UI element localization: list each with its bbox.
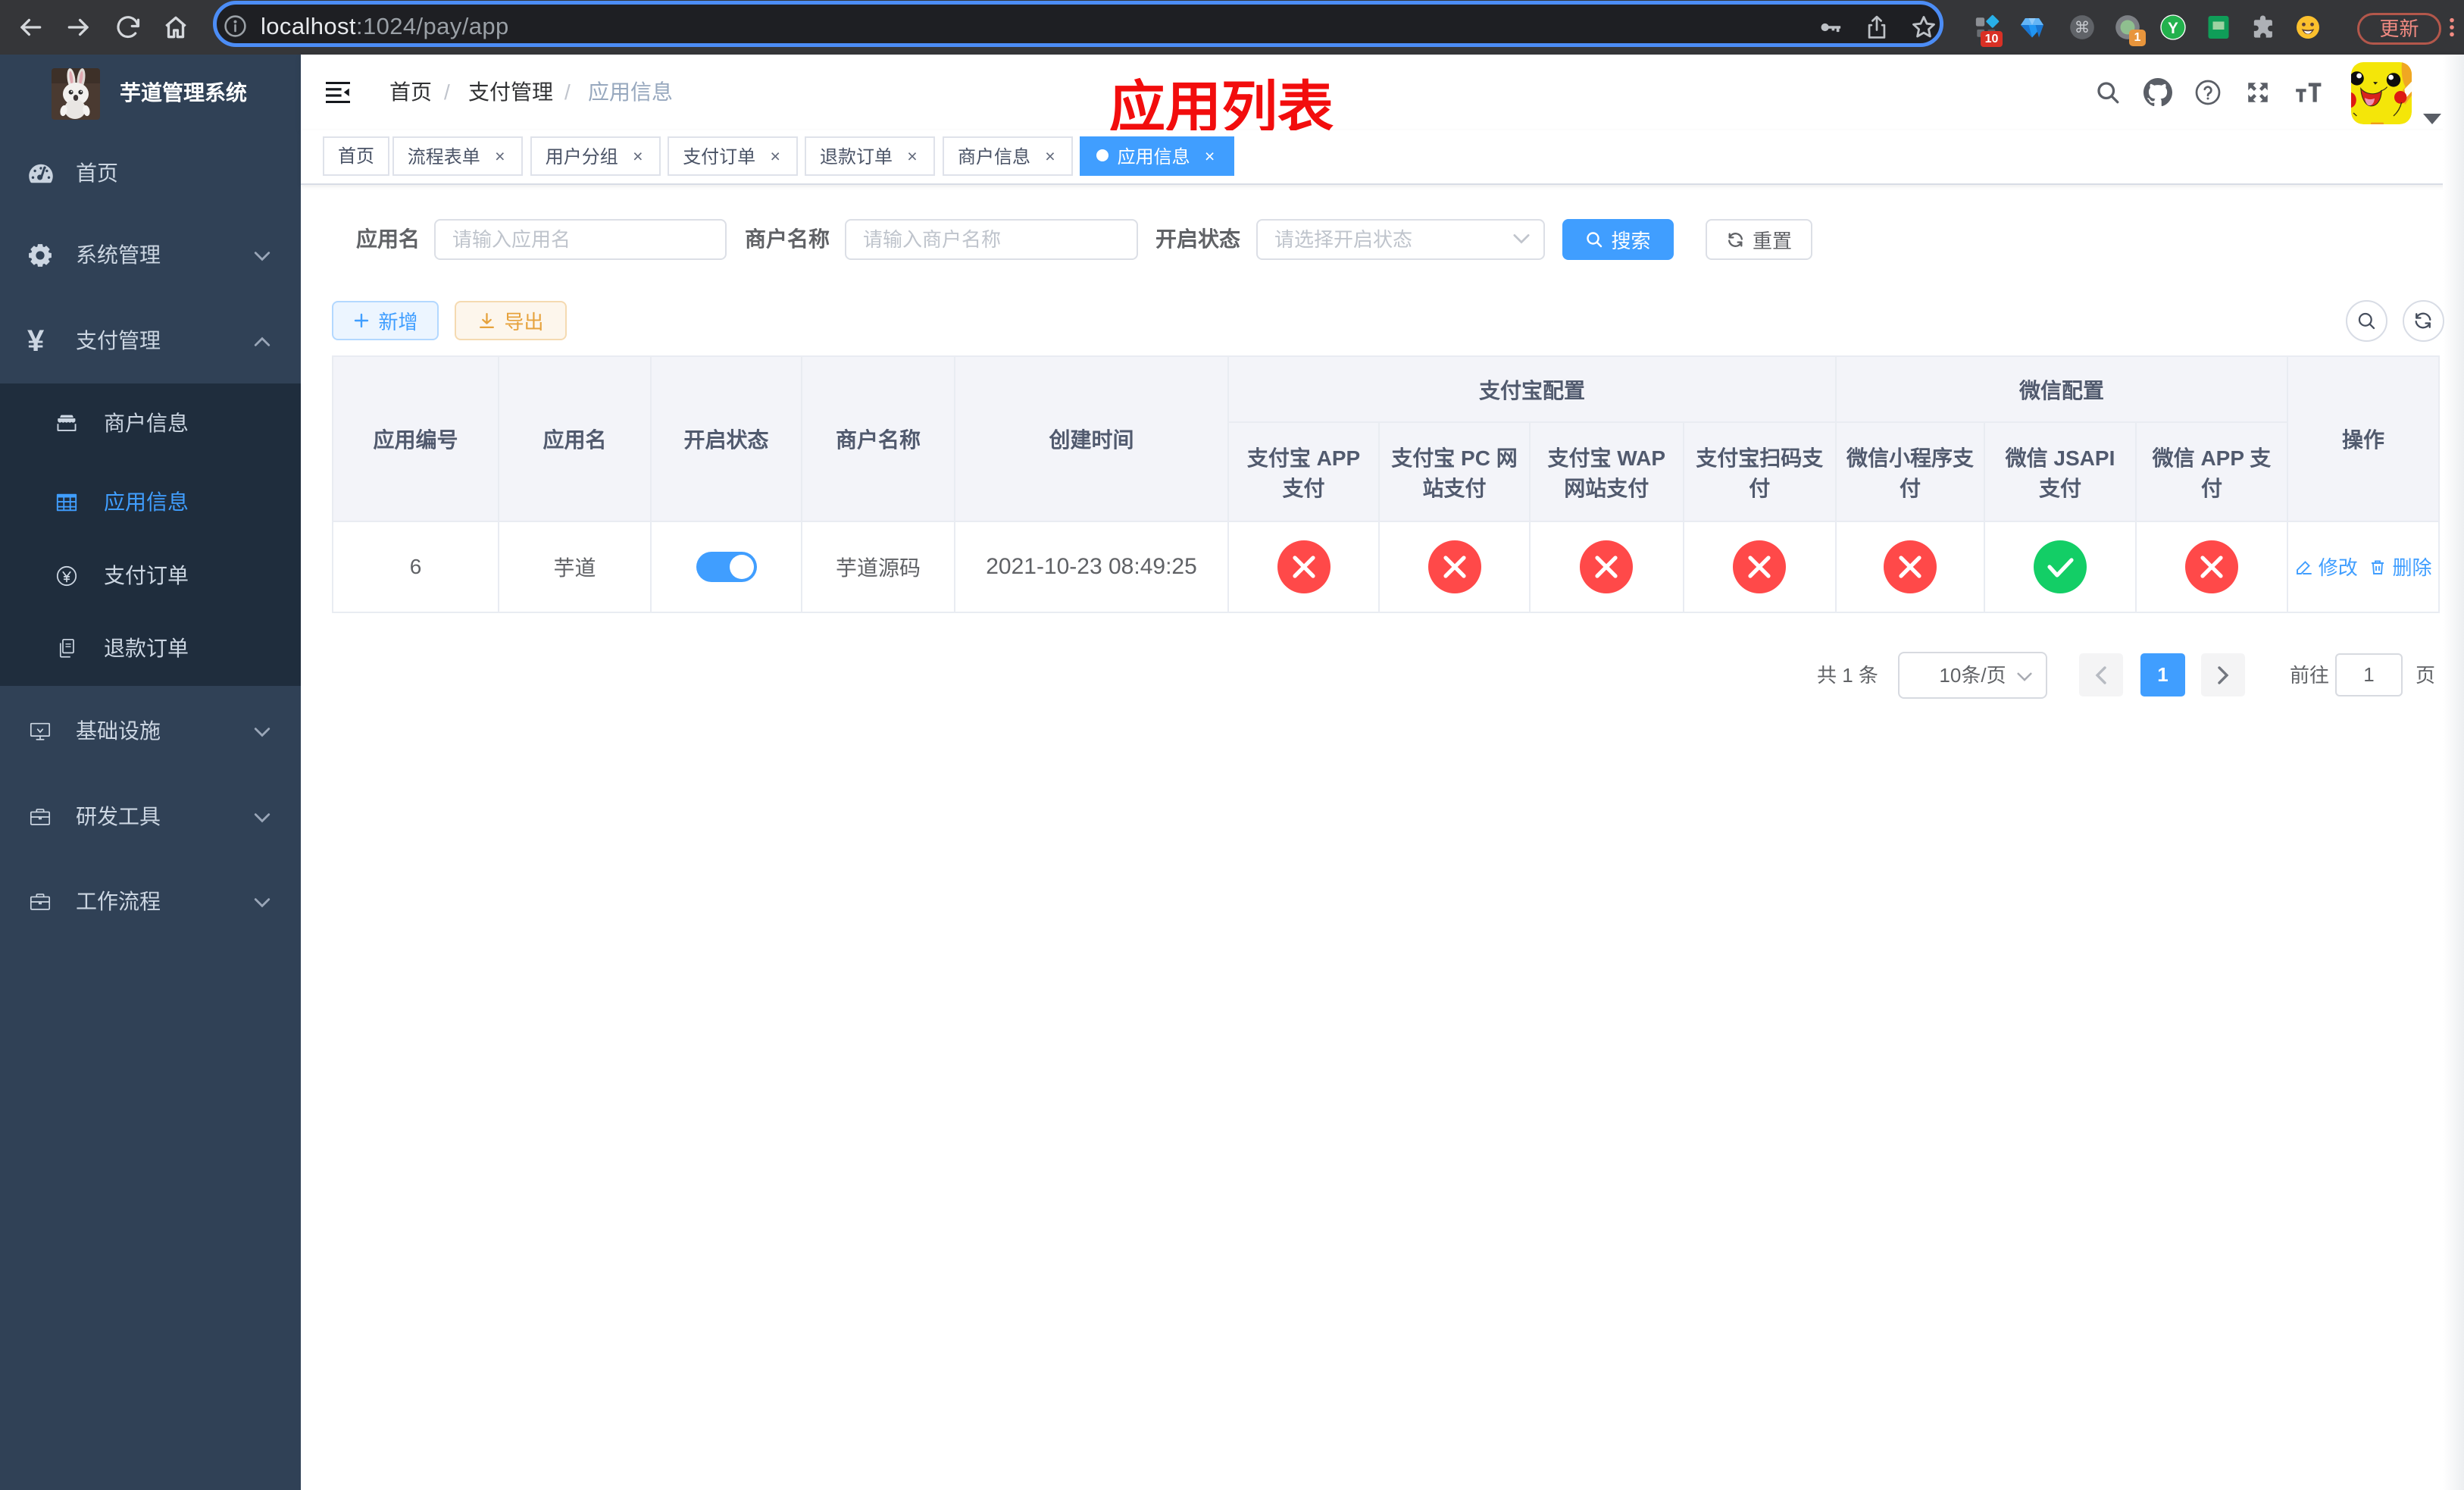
svg-text:⌘: ⌘	[2075, 19, 2090, 36]
svg-text:Y: Y	[2168, 20, 2178, 37]
